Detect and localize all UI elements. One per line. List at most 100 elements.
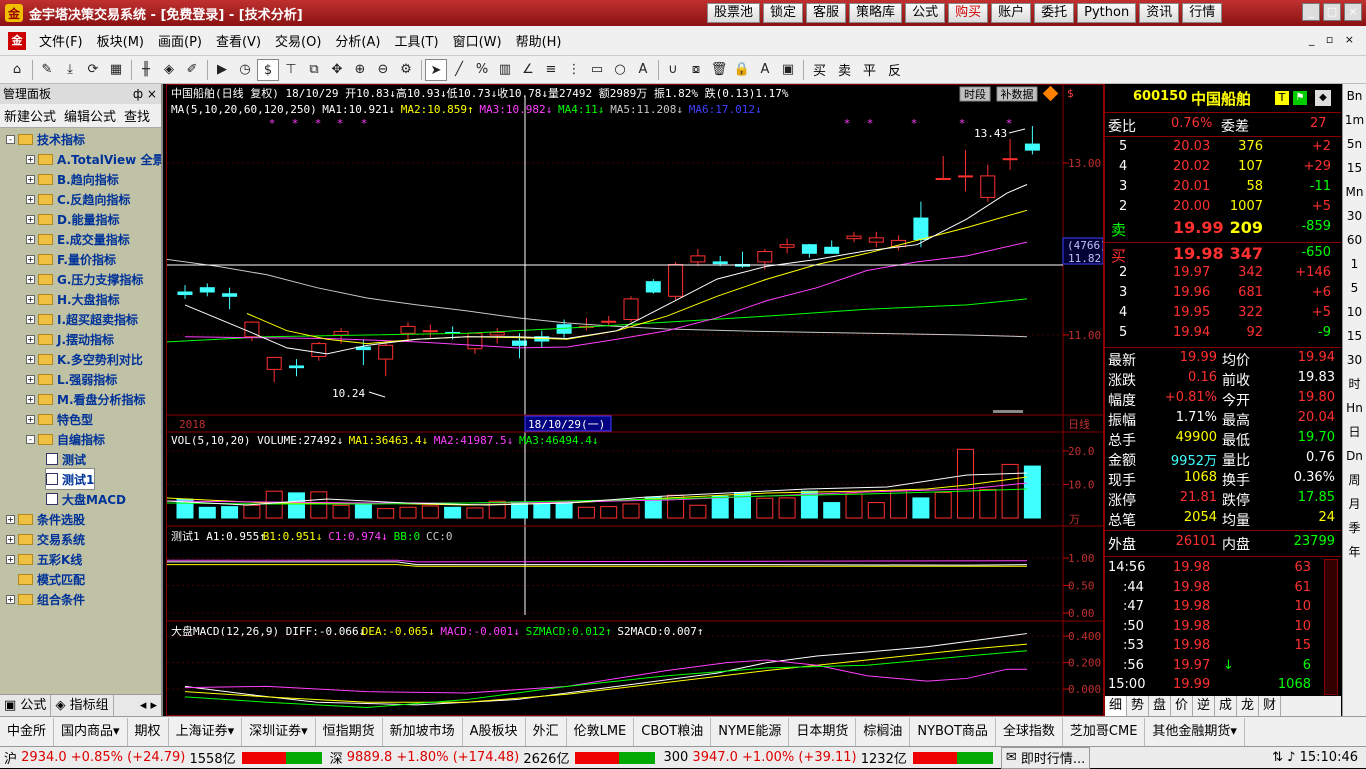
top-button-4[interactable]: 公式 [905,3,946,23]
top-button-7[interactable]: 委托 [1034,3,1075,23]
buy-level-row[interactable]: 5 19.94 92 -9 [1105,324,1341,344]
market-tab-16[interactable]: 芝加哥CME [1063,717,1146,746]
text-icon[interactable]: A [632,59,654,81]
period-5[interactable]: 30 [1343,204,1366,228]
expand-panel-icon[interactable]: ◆ [1315,90,1331,106]
expand-icon[interactable]: + [26,354,35,364]
chart-area[interactable]: 中国船舶(日线 复权) 18/10/29 开10.83↓高10.93↓低10.7… [166,84,1104,716]
minimize-icon[interactable]: _ [1302,3,1320,21]
panel-scroll-arrows[interactable]: ◂ ▸ [136,698,161,713]
line-draw-icon[interactable]: ╱ [448,59,470,81]
home-icon[interactable]: ⌂ [6,59,28,81]
period-19[interactable]: 年 [1343,540,1366,564]
period-16[interactable]: 周 [1343,468,1366,492]
buy-button[interactable]: 买 [813,60,826,79]
fib-icon[interactable]: ≡ [540,59,562,81]
mdi-controls[interactable]: _ ▫ × [1309,33,1358,46]
columns-icon[interactable]: ⋮ [563,59,585,81]
tree-node[interactable]: + E.成交量指标 [26,229,130,249]
expand-icon[interactable]: + [26,174,35,184]
network-icon[interactable]: ⇅ [1272,750,1283,765]
period-15[interactable]: Dn [1343,444,1366,468]
market-tab-13[interactable]: 棕榈油 [856,717,911,746]
tab-formula[interactable]: ▣ 公式 [0,694,52,717]
lock-icon[interactable]: 🔒 [731,59,753,81]
menu-item-1[interactable]: 板块(M) [90,31,151,50]
ellipse-icon[interactable]: ○ [609,59,631,81]
tree-node[interactable]: + 条件选股 [6,509,85,529]
rect-icon[interactable]: ▭ [586,59,608,81]
expand-icon[interactable]: + [26,154,35,164]
find-button[interactable]: 查找 [124,106,150,125]
period-7[interactable]: 1 [1343,252,1366,276]
clock-icon[interactable]: ◷ [234,59,256,81]
period-2[interactable]: 5n [1343,132,1366,156]
sell-level-row[interactable]: 3 20.01 58 -11 [1105,178,1341,198]
menu-item-3[interactable]: 查看(V) [209,31,268,50]
tree-node[interactable]: + I.超买超卖指标 [26,309,138,329]
tree-node[interactable]: + B.趋向指标 [26,169,119,189]
refresh-icon[interactable]: ⟳ [82,59,104,81]
period-18[interactable]: 季 [1343,516,1366,540]
quote-tab-0[interactable]: 细 [1105,696,1127,716]
magnet-icon[interactable]: ∪ [662,59,684,81]
sell-level-row[interactable]: 2 20.00 1007 +5 [1105,198,1341,218]
period-8[interactable]: 5 [1343,276,1366,300]
period-14[interactable]: 日 [1343,420,1366,444]
panel-pin-icon[interactable]: ф × [133,84,157,104]
tree-node[interactable]: + 五彩K线 [6,549,82,569]
layers-icon[interactable]: ⧇ [685,59,707,81]
menu-item-7[interactable]: 窗口(W) [446,31,509,50]
top-button-2[interactable]: 客服 [806,3,847,23]
hs300-index[interactable]: 300 3947.0 +1.00% (+39.11) 1232亿 [663,747,993,769]
expand-icon[interactable]: + [6,554,15,564]
sell-level-row[interactable]: 卖 19.99 209 -859 [1105,218,1341,239]
tree-node[interactable]: 测试1 [44,468,96,490]
menu-item-5[interactable]: 分析(A) [328,31,387,50]
buy-level-row[interactable]: 4 19.95 322 +5 [1105,304,1341,324]
percent-icon[interactable]: % [471,59,493,81]
tree-node[interactable]: + K.多空势利对比 [26,349,143,369]
quote-tab-5[interactable]: 成 [1215,696,1237,716]
reverse-button[interactable]: 反 [888,60,901,79]
sell-button[interactable]: 卖 [838,60,851,79]
expand-icon[interactable]: - [6,134,15,144]
top-button-5[interactable]: 购买 [948,3,989,23]
expand-icon[interactable]: + [26,214,35,224]
sell-level-row[interactable]: 4 20.02 107 +29 [1105,158,1341,178]
filter-icon[interactable]: ⊤ [280,59,302,81]
market-tab-5[interactable]: 恒指期货 [316,717,383,746]
top-button-0[interactable]: 股票池 [707,3,761,23]
sell-level-row[interactable]: 5 20.03 376 +2 [1105,138,1341,158]
chart-canvas[interactable]: 中国船舶(日线 复权) 18/10/29 开10.83↓高10.93↓低10.7… [167,85,1103,715]
expand-icon[interactable]: + [26,254,35,264]
maximize-icon[interactable]: □ [1323,3,1341,21]
period-13[interactable]: Hn [1343,396,1366,420]
sz-index[interactable]: 深 9889.8 +1.80% (+174.48) 2626亿 [330,747,656,769]
candlestick-icon[interactable]: ╫ [135,59,157,81]
tree-node[interactable]: + F.量价指标 [26,249,116,269]
market-tab-12[interactable]: 日本期货 [789,717,857,746]
top-button-9[interactable]: 资讯 [1139,3,1180,23]
t-badge-icon[interactable]: T [1275,91,1289,105]
period-1[interactable]: 1m [1343,108,1366,132]
period-11[interactable]: 30 [1343,348,1366,372]
expand-icon[interactable]: + [26,234,35,244]
expand-icon[interactable]: + [26,314,35,324]
close-position-button[interactable]: 平 [863,60,876,79]
tree-node[interactable]: + C.反趋向指标 [26,189,130,209]
tab-indicator-group[interactable]: ◈ 指标组 [51,694,114,717]
market-tab-6[interactable]: 新加坡市场 [383,717,463,746]
close-icon[interactable]: × [1344,3,1362,21]
market-tab-14[interactable]: NYBOT商品 [910,717,996,746]
move-icon[interactable]: ✥ [326,59,348,81]
edit-formula-button[interactable]: 编辑公式 [64,106,116,125]
quote-tab-2[interactable]: 盘 [1149,696,1171,716]
quote-tab-1[interactable]: 势 [1127,696,1149,716]
period-12[interactable]: 时 [1343,372,1366,396]
tree-node[interactable]: 大盘MACD [46,489,126,509]
quote-tab-3[interactable]: 价 [1171,696,1193,716]
scroll-thumb[interactable] [993,410,1023,413]
period-0[interactable]: Bn [1343,84,1366,108]
diamond-marker-icon[interactable] [1042,85,1059,102]
